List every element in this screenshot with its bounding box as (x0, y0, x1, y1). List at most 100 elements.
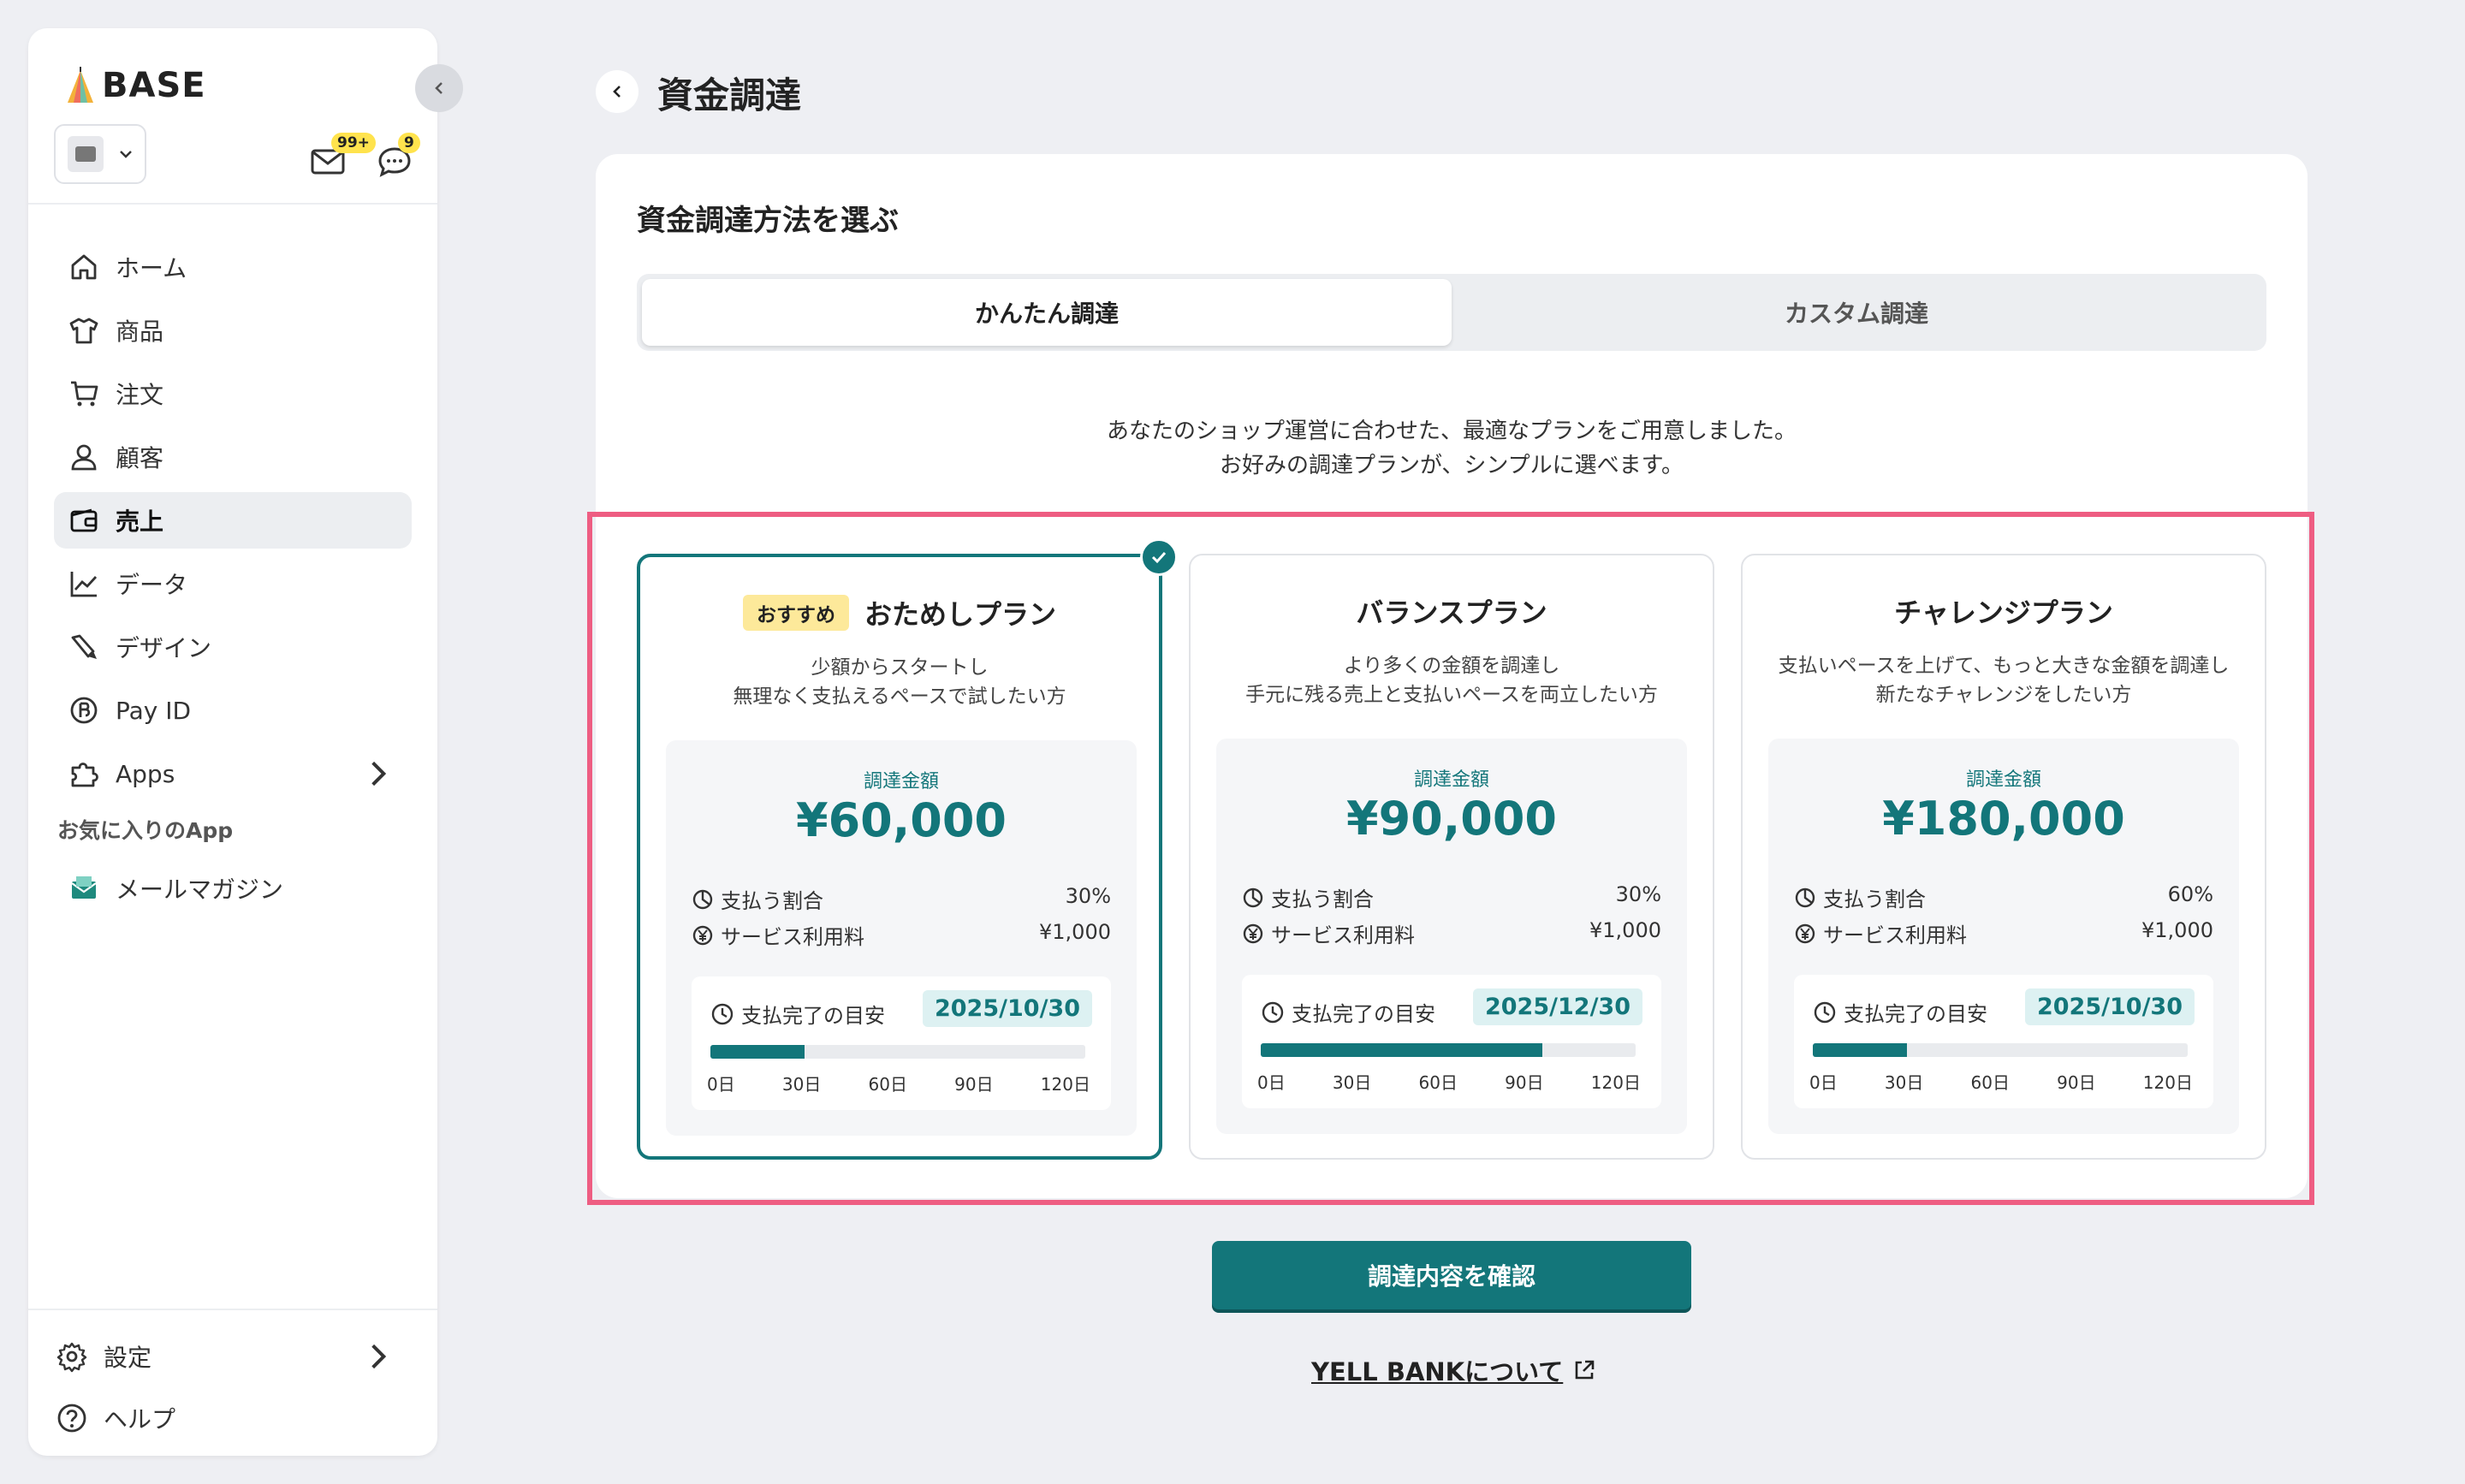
mail-magazine-icon (71, 876, 97, 899)
schedule-tick: 60日 (1418, 1072, 1458, 1093)
plan-header: チャレンジプラン (1743, 591, 2265, 631)
sidebar-item-customers[interactable]: 顧客 (54, 429, 412, 485)
collapse-sidebar-button[interactable] (415, 64, 463, 112)
payment-rate-label: 支払う割合 (1794, 882, 1926, 912)
plan-description-line: 新たなチャレンジをしたい方 (1875, 684, 2132, 706)
yell-bank-link[interactable]: YELL BANKについて (1311, 1352, 1597, 1388)
schedule-date: 2025/10/30 (2024, 988, 2195, 1025)
chevron-right-icon (371, 1344, 387, 1369)
panel-title: 資金調達方法を選ぶ (637, 204, 899, 238)
intro-line: お好みの調達プランが、シンプルに選べます。 (1219, 453, 1684, 478)
sidebar-item-settings[interactable]: 設定 (54, 1329, 412, 1384)
confirm-funding-button[interactable]: 調達内容を確認 (1212, 1241, 1691, 1309)
recommended-badge: おすすめ (742, 595, 849, 631)
base-logo[interactable]: BASE (64, 66, 206, 105)
tab-easy-funding[interactable]: かんたん調達 (642, 279, 1452, 346)
pie-icon (1795, 887, 1815, 907)
sidebar-item-label: Pay ID (116, 696, 192, 725)
plan-name: バランスプラン (1356, 597, 1547, 629)
schedule-ticks: 0日 30日 60日 90日 120日 (707, 1071, 1090, 1095)
schedule-tick: 120日 (2142, 1072, 2193, 1093)
service-fee-label: サービス利用料 (1242, 918, 1415, 948)
chevron-left-icon (435, 82, 443, 94)
shirt-icon (69, 318, 98, 344)
payment-rate-value: 30% (1065, 884, 1111, 908)
plan-details: 調達金額 ¥180,000 支払う割合 60% サービス利用料 ¥1,000 支払完了の目安… (1768, 739, 2239, 1134)
clock-icon (1814, 1001, 1836, 1023)
schedule-label: 支払完了の目安 (710, 999, 885, 1029)
clock-icon (1262, 1001, 1284, 1023)
funding-amount: ¥90,000 (1346, 792, 1557, 846)
payment-rate-value: 30% (1615, 882, 1661, 906)
schedule-tick: 90日 (954, 1074, 994, 1095)
sidebar-item-products[interactable]: 商品 (54, 302, 412, 359)
payment-rate-label: 支払う割合 (692, 884, 823, 914)
schedule-tick: 30日 (1332, 1072, 1372, 1093)
plan-description: より多くの金額を調達し 手元に残る売上と支払いペースを両立したい方 (1191, 651, 1713, 709)
mail-button[interactable]: 99+ (307, 133, 376, 182)
wallet-icon (70, 508, 98, 532)
service-fee-row: サービス利用料 ¥1,000 (692, 920, 1111, 950)
schedule-box: 支払完了の目安 2025/12/30 0日 30日 60日 90日 120日 (1242, 975, 1661, 1108)
service-fee-row: サービス利用料 ¥1,000 (1794, 918, 2213, 948)
sidebar-item-home[interactable]: ホーム (54, 239, 412, 295)
chat-badge: 9 (398, 133, 420, 153)
main-nav: ホーム 商品 注文 顧客 売上 データ デザイン Pay ID Apps お気に… (54, 239, 412, 923)
sidebar-item-mail-magazine[interactable]: メールマガジン (54, 860, 412, 917)
sidebar-item-label: データ (116, 571, 188, 599)
payment-rate-row: 支払う割合 60% (1794, 882, 2213, 912)
tab-custom-funding[interactable]: カスタム調達 (1452, 279, 2261, 346)
method-tabs: かんたん調達 カスタム調達 (637, 274, 2266, 351)
chevron-right-icon (371, 761, 387, 787)
schedule-box: 支払完了の目安 2025/10/30 0日 30日 60日 90日 120日 (692, 976, 1111, 1110)
sidebar-item-apps[interactable]: Apps (54, 745, 412, 802)
schedule-tick: 120日 (1040, 1074, 1090, 1095)
plan-description: 少額からスタートし 無理なく支払えるペースで試したい方 (640, 653, 1159, 711)
home-icon (71, 254, 97, 280)
schedule-ticks: 0日 30日 60日 90日 120日 (1257, 1069, 1641, 1094)
service-fee-label-text: サービス利用料 (1271, 923, 1415, 947)
service-fee-value: ¥1,000 (1589, 918, 1661, 942)
back-button[interactable] (596, 70, 639, 113)
sidebar-item-label: 商品 (116, 318, 164, 346)
amount-label: 調達金額 (863, 771, 939, 792)
schedule-tick: 60日 (1970, 1072, 2010, 1093)
payment-rate-label-text: 支払う割合 (1271, 887, 1374, 911)
payid-icon (70, 697, 98, 724)
shop-selector[interactable] (54, 124, 146, 184)
sidebar-item-data[interactable]: データ (54, 555, 412, 612)
chevron-down-icon (120, 151, 132, 158)
service-fee-row: サービス利用料 ¥1,000 (1242, 918, 1661, 948)
user-icon (71, 444, 97, 471)
schedule-label-text: 支払完了の目安 (741, 1004, 885, 1028)
chart-icon (70, 572, 98, 597)
sidebar-divider (28, 203, 437, 205)
gear-icon (56, 1342, 87, 1373)
schedule-ticks: 0日 30日 60日 90日 120日 (1809, 1069, 2193, 1094)
sidebar-item-label: ホーム (116, 254, 187, 282)
yen-icon (1243, 923, 1263, 943)
plan-card-trial[interactable]: おすすめ おためしプラン 少額からスタートし 無理なく支払えるペースで試したい方… (637, 538, 1178, 1160)
sidebar-item-orders[interactable]: 注文 (54, 365, 412, 422)
schedule-tick: 0日 (1809, 1072, 1838, 1093)
schedule-progress-fill (710, 1045, 805, 1059)
chat-button[interactable]: 9 (376, 133, 424, 182)
service-fee-label-text: サービス利用料 (1823, 923, 1967, 947)
brand-name: BASE (102, 66, 206, 105)
sidebar-item-help[interactable]: ヘルプ (54, 1391, 412, 1445)
plan-name: おためしプラン (864, 598, 1056, 631)
sidebar-item-label: デザイン (116, 634, 212, 662)
plan-card-balance[interactable]: バランスプラン より多くの金額を調達し 手元に残る売上と支払いペースを両立したい… (1189, 554, 1714, 1160)
sidebar-item-sales[interactable]: 売上 (54, 492, 412, 549)
sidebar-item-design[interactable]: デザイン (54, 619, 412, 675)
sidebar-divider (28, 1309, 437, 1310)
puzzle-icon (71, 763, 98, 787)
payment-rate-value: 60% (2167, 882, 2213, 906)
sidebar-item-payid[interactable]: Pay ID (54, 682, 412, 739)
external-link-icon (1575, 1360, 1595, 1380)
plan-name: チャレンジプラン (1894, 597, 2113, 629)
plan-card-challenge[interactable]: チャレンジプラン 支払いペースを上げて、もっと大きな金額を調達し 新たなチャレン… (1741, 554, 2266, 1160)
payment-rate-row: 支払う割合 30% (692, 884, 1111, 914)
pie-icon (692, 889, 713, 909)
schedule-progress-fill (1813, 1043, 1907, 1057)
